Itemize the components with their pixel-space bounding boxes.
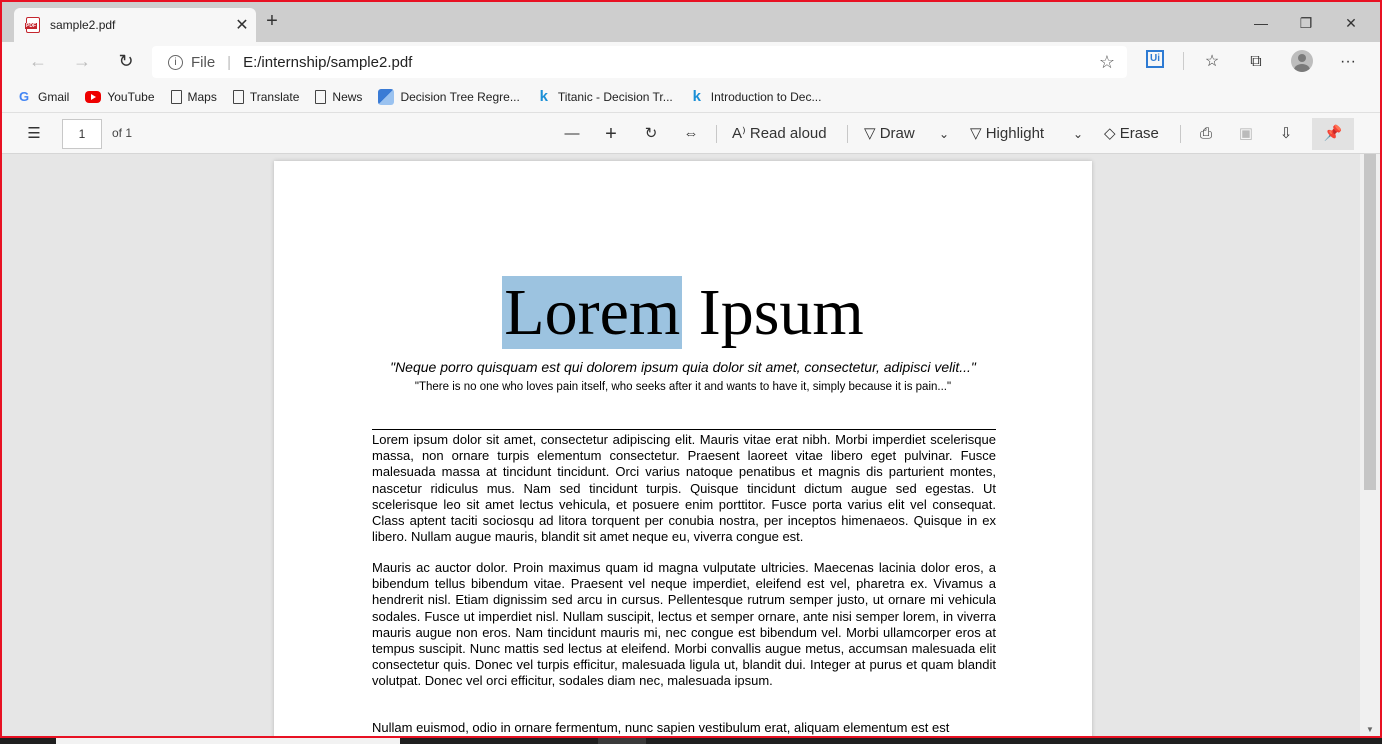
address-separator: | [227,53,232,71]
eraser-icon: ◇ [1104,125,1116,142]
favorite-label: Translate [249,90,300,104]
table-of-contents-icon[interactable]: ☰ [22,123,46,145]
favorite-star-icon[interactable]: ☆ [1087,52,1127,73]
collections-icon[interactable]: ⧉ [1244,50,1268,74]
save-icon[interactable]: ▣ [1234,123,1258,145]
vertical-scrollbar[interactable]: ▼ [1360,154,1380,736]
rotate-icon[interactable]: ↻ [639,123,663,145]
horizontal-rule [372,429,996,430]
favorite-label: Maps [187,90,217,104]
highlight-button[interactable]: ▽ Highlight [970,123,1070,145]
favorite-decision-tree[interactable]: Decision Tree Regre... [378,89,520,105]
back-arrow-icon[interactable]: ← [24,50,52,74]
navigation-bar: ← → ↻ i File | E:/internship/sample2.pdf… [2,42,1380,82]
paragraph-1: Lorem ipsum dolor sit amet, consectetur … [372,432,996,545]
page-total: of 1 [112,126,133,140]
favorite-label: Gmail [38,90,70,104]
draw-options-chevron-icon[interactable]: ⌄ [934,123,954,145]
tab-sample2-pdf[interactable]: sample2.pdf ✕ [14,8,256,42]
draw-label: Draw [879,125,915,142]
pdf-file-icon [25,17,40,33]
favorite-youtube[interactable]: YouTube [85,90,155,104]
paragraph-2: Mauris ac auctor dolor. Proin maximus qu… [372,560,996,689]
favorite-label: Introduction to Dec... [710,90,822,104]
favorite-translate[interactable]: Translate [232,90,300,104]
minimize-button[interactable]: — [1238,10,1284,36]
uipath-extension-icon[interactable]: Ui [1146,50,1164,68]
favorite-introduction[interactable]: k Introduction to Dec... [689,89,822,105]
page-icon [170,90,182,104]
decision-tree-icon [378,89,395,105]
favorite-label: YouTube [107,90,155,104]
taskbar-app[interactable] [598,738,646,744]
page-icon [315,90,327,104]
latin-quote: "Neque porro quisquam est qui dolorem ip… [390,359,976,375]
read-aloud-icon: A⁾ [732,125,746,142]
save-as-icon[interactable]: ⇩ [1274,123,1298,145]
tab-title: sample2.pdf [50,18,116,32]
youtube-icon [85,91,102,103]
read-aloud-button[interactable]: A⁾ Read aloud [732,123,842,145]
refresh-icon[interactable]: ↻ [112,50,140,74]
read-aloud-label: Read aloud [749,125,827,142]
title-text: Ipsum [682,276,864,349]
close-window-button[interactable]: ✕ [1328,10,1374,36]
favorite-label: Titanic - Decision Tr... [557,90,673,104]
zoom-in-icon[interactable]: + [599,123,623,145]
kaggle-icon: k [692,88,701,105]
highlighter-icon: ▽ [970,125,982,142]
selected-text[interactable]: Lorem [502,276,683,349]
address-url[interactable]: E:/internship/sample2.pdf [243,54,1087,71]
favorite-maps[interactable]: Maps [170,90,217,104]
profile-avatar-icon[interactable] [1291,50,1313,72]
more-menu-icon[interactable]: ··· [1336,50,1360,74]
scrollbar-thumb[interactable] [1364,154,1376,490]
page-number-input[interactable]: 1 [62,119,102,149]
toolbar-divider [847,125,848,143]
title-bar: sample2.pdf ✕ + — ❐ ✕ [2,2,1380,42]
fit-to-width-icon[interactable]: ⇔ [679,123,703,145]
highlight-label: Highlight [985,125,1045,142]
erase-label: Erase [1119,125,1159,142]
draw-pen-icon: ▽ [864,125,876,142]
favorites-bar: G Gmail YouTube Maps Translate News Decis… [2,82,1380,112]
pdf-toolbar: ☰ 1 of 1 — + ↻ ⇔ A⁾ Read aloud ▽ Draw ⌄ … [2,112,1380,154]
restore-button[interactable]: ❐ [1283,10,1329,36]
pdf-page: Lorem Ipsum "Neque porro quisquam est qu… [274,161,1092,736]
kaggle-icon: k [539,88,548,105]
favorites-list-icon[interactable]: ☆ [1200,50,1224,74]
taskbar-search[interactable] [56,738,400,744]
address-scheme-label: File [191,53,216,71]
pin-toolbar-icon[interactable]: 📌 [1312,118,1354,150]
paragraph-3: Nullam euismod, odio in ornare fermentum… [372,720,950,735]
info-icon[interactable]: i [168,54,183,70]
toolbar-divider [716,125,717,143]
page-icon [232,90,244,104]
print-icon[interactable]: ⎙ [1194,123,1218,145]
browser-window: sample2.pdf ✕ + — ❐ ✕ ← → ↻ i File | E:/… [0,0,1382,738]
forward-arrow-icon[interactable]: → [68,50,96,74]
scroll-down-arrow-icon[interactable]: ▼ [1366,725,1374,734]
address-bar[interactable]: i File | E:/internship/sample2.pdf ☆ [152,46,1127,78]
tab-close-icon[interactable]: ✕ [228,15,256,35]
favorite-titanic[interactable]: k Titanic - Decision Tr... [536,89,673,105]
favorite-news[interactable]: News [315,90,362,104]
highlight-options-chevron-icon[interactable]: ⌄ [1068,123,1088,145]
google-icon: G [18,89,30,104]
favorite-label: News [332,90,363,104]
toolbar-divider [1183,52,1184,70]
favorite-gmail[interactable]: G Gmail [16,89,69,105]
zoom-out-icon[interactable]: — [560,123,584,145]
pdf-viewport[interactable]: Lorem Ipsum "Neque porro quisquam est qu… [2,154,1380,736]
erase-button[interactable]: ◇ Erase [1104,123,1170,145]
new-tab-button[interactable]: + [260,10,284,34]
toolbar-divider [1180,125,1181,143]
favorite-label: Decision Tree Regre... [400,90,520,104]
document-title: Lorem Ipsum [274,276,1092,349]
english-quote: "There is no one who loves pain itself, … [414,381,952,393]
draw-button[interactable]: ▽ Draw [864,123,930,145]
